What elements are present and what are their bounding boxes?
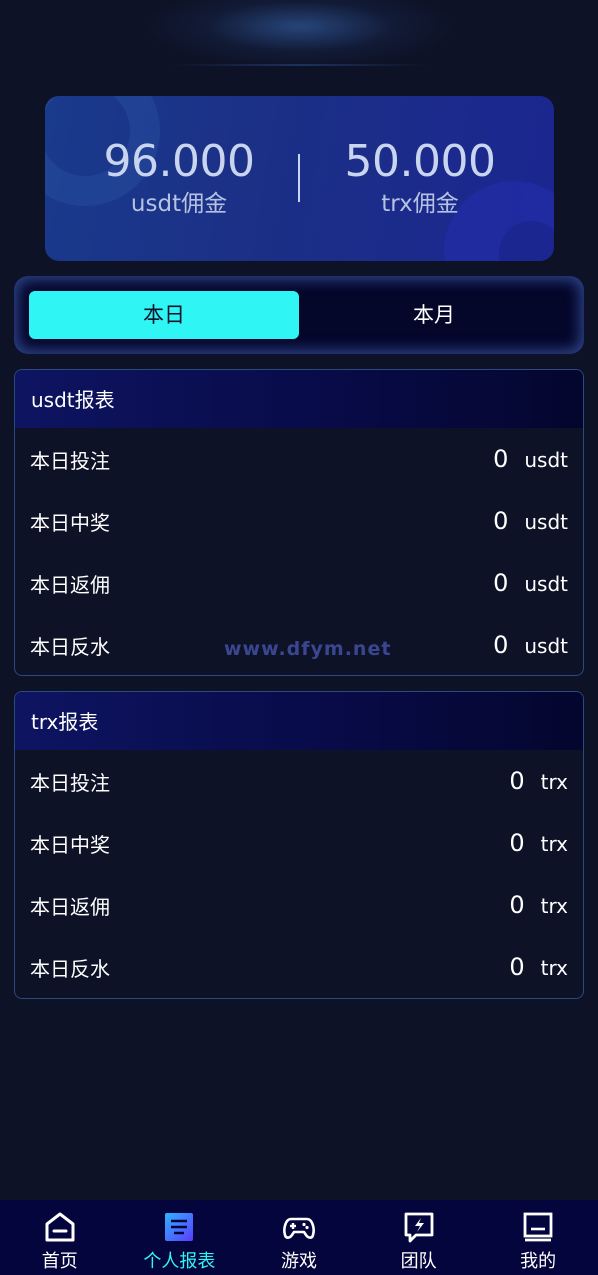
nav-item-report[interactable]: 个人报表 (120, 1200, 240, 1275)
row-label: 本日反水 (30, 634, 110, 659)
table-row: 本日中奖 0 trx (15, 812, 583, 874)
table-row: 本日返佣 0 trx (15, 874, 583, 936)
row-unit: usdt (524, 572, 568, 596)
nav-label-team: 团队 (400, 1251, 437, 1272)
row-value: 0 trx (509, 829, 568, 857)
report-icon (165, 1213, 194, 1241)
top-glow (150, 0, 450, 66)
row-unit: usdt (524, 510, 568, 534)
trx-balance-label: trx佣金 (381, 191, 459, 217)
row-amount: 0 (493, 631, 509, 659)
top-glow-line (170, 64, 430, 66)
table-row: 本日投注 0 usdt (15, 428, 583, 490)
row-value: 0 usdt (493, 569, 568, 597)
row-value: 0 trx (509, 891, 568, 919)
row-label: 本日中奖 (30, 832, 110, 857)
row-label: 本日投注 (30, 770, 110, 795)
row-label: 本日返佣 (30, 572, 110, 597)
team-icon (404, 1212, 433, 1243)
row-label: 本日中奖 (30, 510, 110, 535)
row-amount: 0 (493, 445, 509, 473)
row-unit: usdt (524, 634, 568, 658)
tab-today[interactable]: 本日 (29, 291, 299, 339)
row-value: 0 trx (509, 953, 568, 981)
row-amount: 0 (509, 891, 525, 919)
period-tabs: 本日 本月 (14, 276, 584, 354)
nav-item-mine[interactable]: 我的 (478, 1200, 598, 1275)
tab-this-month[interactable]: 本月 (299, 291, 569, 339)
usdt-balance-value: 96.000 (103, 136, 255, 187)
nav-item-home[interactable]: 首页 (0, 1200, 120, 1275)
table-row: 本日返佣 0 usdt (15, 552, 583, 614)
nav-label-report: 个人报表 (143, 1251, 216, 1272)
trx-balance-value: 50.000 (344, 136, 496, 187)
row-label: 本日返佣 (30, 894, 110, 919)
table-row: 本日反水 0 trx (15, 936, 583, 998)
usdt-report-title: usdt报表 (15, 370, 583, 428)
watermark: www.dfym.net (224, 638, 392, 660)
row-label: 本日反水 (30, 956, 110, 981)
row-amount: 0 (509, 829, 525, 857)
nav-label-mine: 我的 (520, 1251, 557, 1272)
row-amount: 0 (509, 767, 525, 795)
nav-label-home: 首页 (41, 1251, 78, 1272)
nav-item-team[interactable]: 团队 (359, 1200, 479, 1275)
row-label: 本日投注 (30, 448, 110, 473)
row-amount: 0 (493, 507, 509, 535)
row-unit: trx (540, 832, 568, 856)
nav-item-games[interactable]: 游戏 (239, 1200, 359, 1275)
profile-icon (523, 1212, 553, 1242)
usdt-balance: 96.000 usdt佣金 (59, 134, 299, 218)
row-unit: trx (540, 956, 568, 980)
row-value: 0 usdt (493, 631, 568, 659)
row-unit: usdt (524, 448, 568, 472)
home-icon (45, 1212, 75, 1242)
trx-report-title: trx报表 (15, 692, 583, 750)
table-row: 本日中奖 0 usdt (15, 490, 583, 552)
row-value: 0 trx (509, 767, 568, 795)
usdt-balance-label: usdt佣金 (130, 191, 228, 217)
row-amount: 0 (509, 953, 525, 981)
row-unit: trx (540, 894, 568, 918)
usdt-report-panel: usdt报表 本日投注 0 usdt 本日中奖 0 usdt 本日返佣 0 us… (14, 369, 584, 676)
row-value: 0 usdt (493, 507, 568, 535)
table-row: 本日投注 0 trx (15, 750, 583, 812)
row-amount: 0 (493, 569, 509, 597)
gamepad-icon (283, 1217, 315, 1239)
trx-balance: 50.000 trx佣金 (300, 134, 540, 218)
commission-balance-card: 96.000 usdt佣金 50.000 trx佣金 (45, 96, 554, 261)
bottom-nav: 首页 个人报表 游戏 团队 我的 (0, 1200, 598, 1275)
nav-label-games: 游戏 (280, 1251, 317, 1272)
row-unit: trx (540, 770, 568, 794)
row-value: 0 usdt (493, 445, 568, 473)
trx-report-panel: trx报表 本日投注 0 trx 本日中奖 0 trx 本日返佣 0 trx 本… (14, 691, 584, 999)
